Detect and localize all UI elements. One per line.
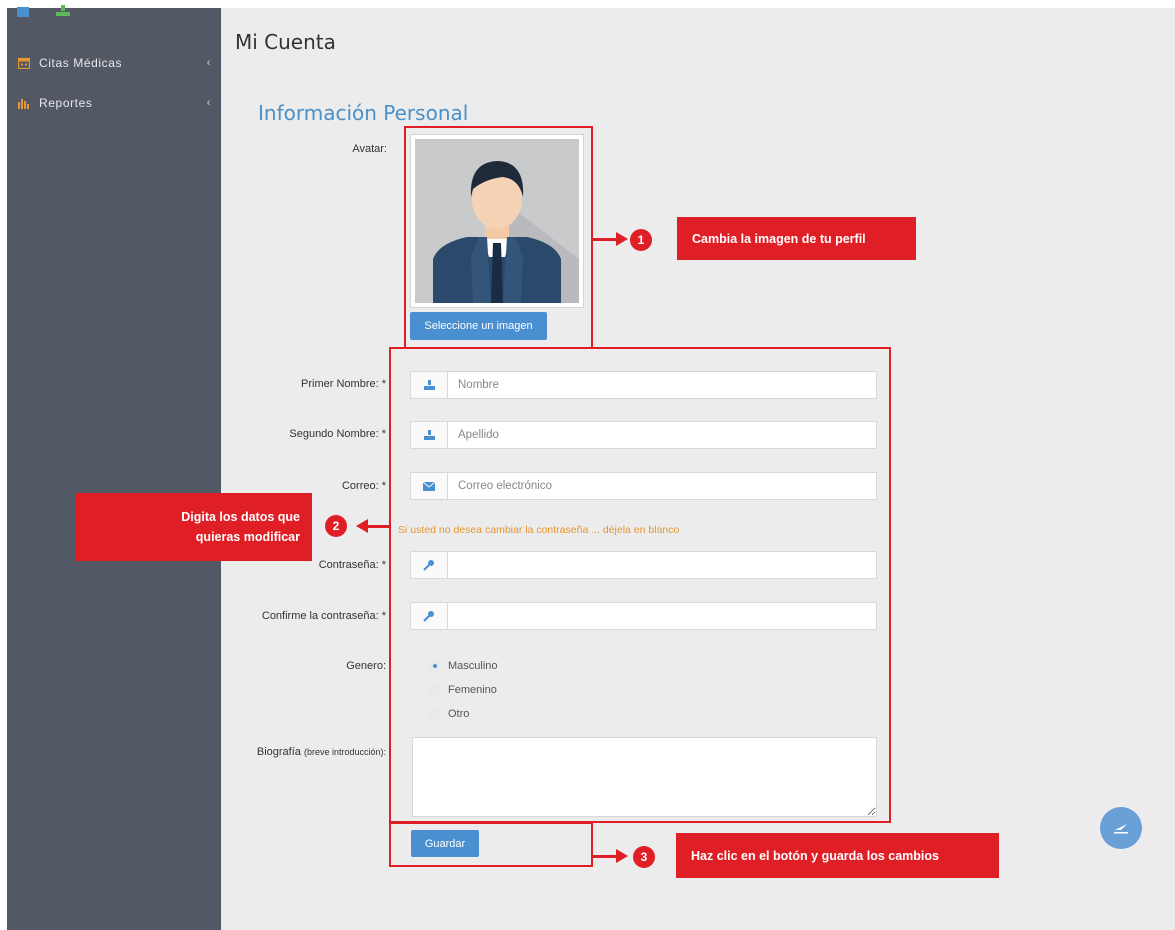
sidebar-top-icons bbox=[17, 4, 93, 22]
chevron-left-icon: ‹ bbox=[206, 97, 211, 109]
sidebar-item-label: Reportes bbox=[39, 96, 93, 110]
annotation-highlight-save bbox=[389, 822, 593, 867]
second-name-label: Segundo Nombre: * bbox=[289, 428, 386, 440]
bio-label: Biografía (breve introducción): bbox=[256, 746, 386, 758]
first-name-label: Primer Nombre: * bbox=[301, 378, 386, 390]
arrow-right-icon bbox=[616, 849, 628, 863]
annotation-number: 3 bbox=[633, 846, 655, 868]
chevron-left-icon: ‹ bbox=[206, 57, 211, 69]
avatar-label: Avatar: bbox=[352, 143, 387, 155]
annotation-callout-2: Digita los datos que quieras modificar bbox=[76, 493, 312, 561]
email-label: Correo: * bbox=[341, 480, 386, 492]
calendar-icon bbox=[17, 56, 31, 70]
page-title: Mi Cuenta bbox=[235, 30, 336, 54]
annotation-highlight-fields bbox=[389, 347, 891, 823]
sidebar-item-label: Citas Médicas bbox=[39, 56, 123, 70]
user-icon[interactable] bbox=[55, 4, 71, 22]
annotation-number: 2 bbox=[325, 515, 347, 537]
annotation-number: 1 bbox=[630, 229, 652, 251]
sidebar-item-citas-medicas[interactable]: Citas Médicas ‹ bbox=[7, 48, 221, 78]
arrow-left-icon bbox=[356, 519, 368, 533]
send-icon bbox=[1114, 824, 1128, 834]
annotation-callout-1: Cambia la imagen de tu perfil bbox=[677, 217, 916, 260]
sidebar-item-reportes[interactable]: Reportes ‹ bbox=[7, 88, 221, 118]
annotation-highlight-avatar bbox=[404, 126, 593, 349]
confirm-password-label: Confirme la contraseña: * bbox=[261, 610, 386, 622]
home-icon[interactable] bbox=[17, 4, 29, 22]
annotation-callout-3: Haz clic en el botón y guarda los cambio… bbox=[676, 833, 999, 878]
gender-label: Genero: bbox=[346, 660, 386, 672]
bar-chart-icon bbox=[17, 96, 31, 110]
section-title: Información Personal bbox=[258, 101, 469, 125]
floating-action-button[interactable] bbox=[1100, 807, 1142, 849]
arrow-right-icon bbox=[616, 232, 628, 246]
